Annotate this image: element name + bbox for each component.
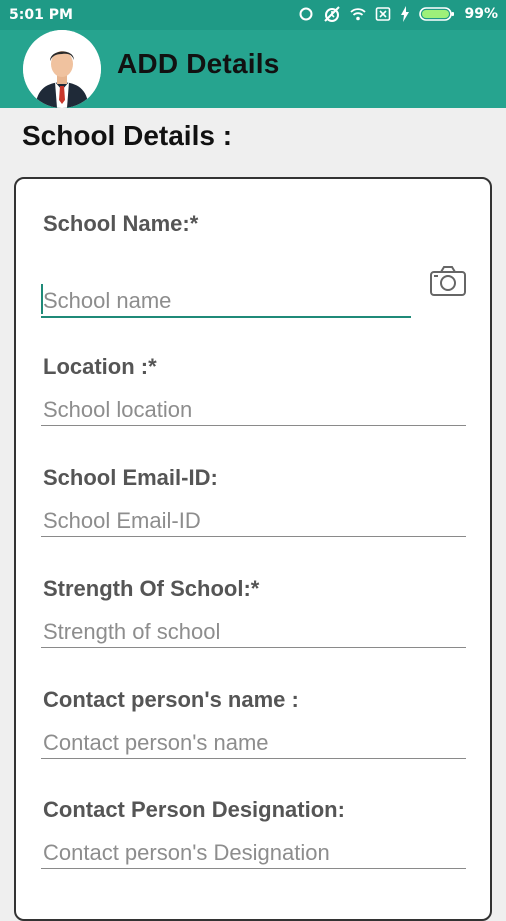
school-name-field[interactable] — [41, 280, 411, 318]
alarm-off-icon — [323, 5, 341, 23]
email-label: School Email-ID: — [43, 465, 218, 490]
app-bar: ADD Details — [0, 30, 506, 108]
status-icons: 99% — [298, 5, 498, 23]
email-input[interactable] — [43, 508, 460, 534]
businessman-avatar-icon[interactable] — [23, 30, 101, 108]
contact-designation-field[interactable] — [41, 832, 466, 869]
charging-icon — [400, 6, 410, 22]
strength-label: Strength Of School:* — [43, 576, 260, 601]
battery-icon — [419, 6, 455, 22]
contact-name-input[interactable] — [43, 730, 460, 756]
status-time: 5:01 PM — [9, 7, 73, 23]
sync-icon — [298, 6, 314, 22]
contact-designation-input[interactable] — [43, 840, 460, 866]
strength-field[interactable] — [41, 611, 466, 648]
wifi-icon — [350, 7, 367, 21]
battery-percent: 99% — [464, 6, 498, 22]
location-input[interactable] — [43, 397, 460, 423]
email-field[interactable] — [41, 500, 466, 537]
contact-name-field[interactable] — [41, 722, 466, 759]
location-label: Location :* — [43, 354, 157, 379]
status-bar: 5:01 PM 99% — [0, 0, 506, 30]
location-field[interactable] — [41, 389, 466, 426]
section-title: School Details : — [22, 120, 233, 151]
no-sim-icon — [375, 6, 391, 22]
strength-input[interactable] — [43, 619, 460, 645]
school-name-label: School Name:* — [43, 211, 199, 236]
contact-name-label: Contact person's name : — [43, 687, 299, 712]
camera-icon[interactable] — [429, 265, 467, 297]
page-title: ADD Details — [117, 48, 280, 79]
contact-designation-label: Contact Person Designation: — [43, 797, 345, 822]
school-name-input[interactable] — [43, 288, 406, 314]
